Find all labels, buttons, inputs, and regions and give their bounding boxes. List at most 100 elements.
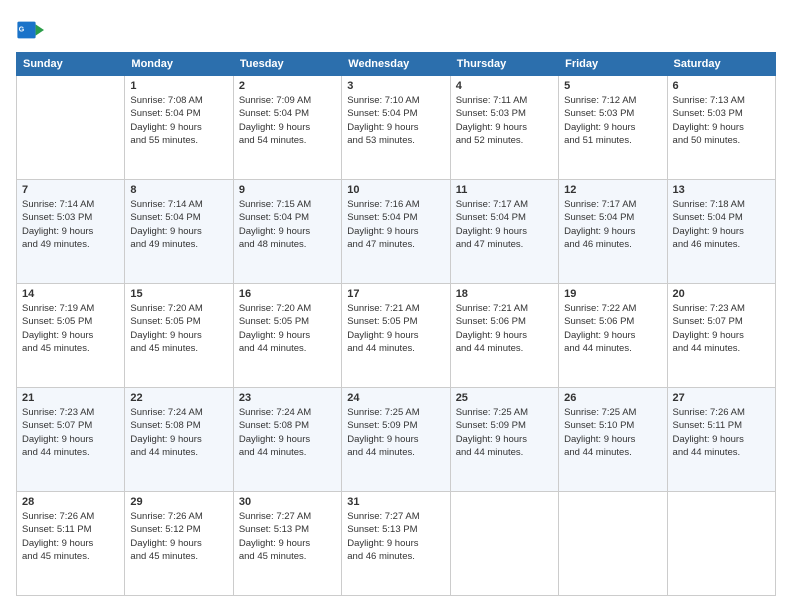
cell-info: Sunrise: 7:27 AMSunset: 5:13 PMDaylight:… [239, 510, 336, 563]
calendar-cell: 8 Sunrise: 7:14 AMSunset: 5:04 PMDaylight… [125, 180, 233, 284]
cell-info: Sunrise: 7:08 AMSunset: 5:04 PMDaylight:… [130, 94, 227, 147]
cell-info: Sunrise: 7:24 AMSunset: 5:08 PMDaylight:… [130, 406, 227, 459]
cell-info: Sunrise: 7:11 AMSunset: 5:03 PMDaylight:… [456, 94, 553, 147]
cell-info: Sunrise: 7:19 AMSunset: 5:05 PMDaylight:… [22, 302, 119, 355]
calendar-cell: 2 Sunrise: 7:09 AMSunset: 5:04 PMDaylight… [233, 76, 341, 180]
calendar-cell: 20 Sunrise: 7:23 AMSunset: 5:07 PMDayligh… [667, 284, 775, 388]
weekday-header-saturday: Saturday [667, 53, 775, 76]
cell-date: 6 [673, 80, 770, 92]
cell-info: Sunrise: 7:15 AMSunset: 5:04 PMDaylight:… [239, 198, 336, 251]
cell-date: 23 [239, 392, 336, 404]
cell-date: 27 [673, 392, 770, 404]
cell-date: 10 [347, 184, 444, 196]
cell-date: 4 [456, 80, 553, 92]
week-row-3: 14Sunrise: 7:19 AMSunset: 5:05 PMDayligh… [17, 284, 776, 388]
calendar-cell: 1 Sunrise: 7:08 AMSunset: 5:04 PMDaylight… [125, 76, 233, 180]
cell-date: 31 [347, 496, 444, 508]
weekday-header-tuesday: Tuesday [233, 53, 341, 76]
week-row-1: 1 Sunrise: 7:08 AMSunset: 5:04 PMDaylight… [17, 76, 776, 180]
calendar-cell: 6Sunrise: 7:13 AMSunset: 5:03 PMDaylight… [667, 76, 775, 180]
cell-info: Sunrise: 7:24 AMSunset: 5:08 PMDaylight:… [239, 406, 336, 459]
cell-date: 30 [239, 496, 336, 508]
calendar-cell: 19Sunrise: 7:22 AMSunset: 5:06 PMDayligh… [559, 284, 667, 388]
cell-info: Sunrise: 7:23 AMSunset: 5:07 PMDaylight:… [22, 406, 119, 459]
week-row-2: 7 Sunrise: 7:14 AMSunset: 5:03 PMDaylight… [17, 180, 776, 284]
cell-info: Sunrise: 7:27 AMSunset: 5:13 PMDaylight:… [347, 510, 444, 563]
calendar-cell: 25 Sunrise: 7:25 AMSunset: 5:09 PMDayligh… [450, 388, 558, 492]
logo-icon: G [16, 16, 44, 44]
weekday-header-monday: Monday [125, 53, 233, 76]
cell-info: Sunrise: 7:25 AMSunset: 5:09 PMDaylight:… [456, 406, 553, 459]
cell-date: 19 [564, 288, 661, 300]
cell-info: Sunrise: 7:21 AMSunset: 5:06 PMDaylight:… [456, 302, 553, 355]
cell-date: 13 [673, 184, 770, 196]
weekday-header-row: SundayMondayTuesdayWednesdayThursdayFrid… [17, 53, 776, 76]
calendar-table: SundayMondayTuesdayWednesdayThursdayFrid… [16, 52, 776, 596]
calendar-cell: 23 Sunrise: 7:24 AMSunset: 5:08 PMDayligh… [233, 388, 341, 492]
cell-date: 5 [564, 80, 661, 92]
cell-date: 11 [456, 184, 553, 196]
cell-info: Sunrise: 7:14 AMSunset: 5:04 PMDaylight:… [130, 198, 227, 251]
calendar-cell: 12 Sunrise: 7:17 AMSunset: 5:04 PMDayligh… [559, 180, 667, 284]
calendar-cell: 24 Sunrise: 7:25 AMSunset: 5:09 PMDayligh… [342, 388, 450, 492]
cell-date: 7 [22, 184, 119, 196]
calendar-cell: 27Sunrise: 7:26 AMSunset: 5:11 PMDayligh… [667, 388, 775, 492]
cell-date: 24 [347, 392, 444, 404]
page: G SundayMondayTuesdayWednesdayThursdayFr… [0, 0, 792, 612]
calendar-cell: 31 Sunrise: 7:27 AMSunset: 5:13 PMDayligh… [342, 492, 450, 596]
calendar-cell: 13 Sunrise: 7:18 AMSunset: 5:04 PMDayligh… [667, 180, 775, 284]
week-row-4: 21 Sunrise: 7:23 AMSunset: 5:07 PMDayligh… [17, 388, 776, 492]
calendar-cell: 28Sunrise: 7:26 AMSunset: 5:11 PMDayligh… [17, 492, 125, 596]
weekday-header-friday: Friday [559, 53, 667, 76]
cell-info: Sunrise: 7:25 AMSunset: 5:09 PMDaylight:… [347, 406, 444, 459]
cell-date: 28 [22, 496, 119, 508]
calendar-cell: 15Sunrise: 7:20 AMSunset: 5:05 PMDayligh… [125, 284, 233, 388]
cell-info: Sunrise: 7:17 AMSunset: 5:04 PMDaylight:… [564, 198, 661, 251]
calendar-cell: 4 Sunrise: 7:11 AMSunset: 5:03 PMDaylight… [450, 76, 558, 180]
calendar-cell: 17 Sunrise: 7:21 AMSunset: 5:05 PMDayligh… [342, 284, 450, 388]
cell-info: Sunrise: 7:23 AMSunset: 5:07 PMDaylight:… [673, 302, 770, 355]
calendar-cell: 26Sunrise: 7:25 AMSunset: 5:10 PMDayligh… [559, 388, 667, 492]
cell-info: Sunrise: 7:21 AMSunset: 5:05 PMDaylight:… [347, 302, 444, 355]
cell-date: 8 [130, 184, 227, 196]
cell-date: 18 [456, 288, 553, 300]
cell-info: Sunrise: 7:10 AMSunset: 5:04 PMDaylight:… [347, 94, 444, 147]
calendar-cell [667, 492, 775, 596]
cell-info: Sunrise: 7:18 AMSunset: 5:04 PMDaylight:… [673, 198, 770, 251]
calendar-cell: 5 Sunrise: 7:12 AMSunset: 5:03 PMDaylight… [559, 76, 667, 180]
calendar-cell: 21 Sunrise: 7:23 AMSunset: 5:07 PMDayligh… [17, 388, 125, 492]
weekday-header-thursday: Thursday [450, 53, 558, 76]
calendar-cell: 11 Sunrise: 7:17 AMSunset: 5:04 PMDayligh… [450, 180, 558, 284]
cell-info: Sunrise: 7:20 AMSunset: 5:05 PMDaylight:… [130, 302, 227, 355]
cell-date: 17 [347, 288, 444, 300]
calendar-cell [17, 76, 125, 180]
calendar-cell: 16 Sunrise: 7:20 AMSunset: 5:05 PMDayligh… [233, 284, 341, 388]
cell-info: Sunrise: 7:14 AMSunset: 5:03 PMDaylight:… [22, 198, 119, 251]
calendar-cell: 29Sunrise: 7:26 AMSunset: 5:12 PMDayligh… [125, 492, 233, 596]
cell-date: 29 [130, 496, 227, 508]
calendar-cell: 9 Sunrise: 7:15 AMSunset: 5:04 PMDaylight… [233, 180, 341, 284]
cell-date: 12 [564, 184, 661, 196]
calendar-cell: 18 Sunrise: 7:21 AMSunset: 5:06 PMDayligh… [450, 284, 558, 388]
weekday-header-sunday: Sunday [17, 53, 125, 76]
cell-date: 16 [239, 288, 336, 300]
cell-info: Sunrise: 7:20 AMSunset: 5:05 PMDaylight:… [239, 302, 336, 355]
cell-date: 26 [564, 392, 661, 404]
cell-date: 2 [239, 80, 336, 92]
calendar-cell: 14Sunrise: 7:19 AMSunset: 5:05 PMDayligh… [17, 284, 125, 388]
calendar-cell [559, 492, 667, 596]
cell-date: 1 [130, 80, 227, 92]
cell-info: Sunrise: 7:09 AMSunset: 5:04 PMDaylight:… [239, 94, 336, 147]
cell-info: Sunrise: 7:17 AMSunset: 5:04 PMDaylight:… [456, 198, 553, 251]
cell-date: 21 [22, 392, 119, 404]
cell-date: 9 [239, 184, 336, 196]
cell-date: 22 [130, 392, 227, 404]
cell-info: Sunrise: 7:16 AMSunset: 5:04 PMDaylight:… [347, 198, 444, 251]
cell-date: 25 [456, 392, 553, 404]
week-row-5: 28Sunrise: 7:26 AMSunset: 5:11 PMDayligh… [17, 492, 776, 596]
calendar-cell: 3Sunrise: 7:10 AMSunset: 5:04 PMDaylight… [342, 76, 450, 180]
calendar-cell [450, 492, 558, 596]
calendar-cell: 7 Sunrise: 7:14 AMSunset: 5:03 PMDaylight… [17, 180, 125, 284]
cell-date: 20 [673, 288, 770, 300]
cell-info: Sunrise: 7:12 AMSunset: 5:03 PMDaylight:… [564, 94, 661, 147]
